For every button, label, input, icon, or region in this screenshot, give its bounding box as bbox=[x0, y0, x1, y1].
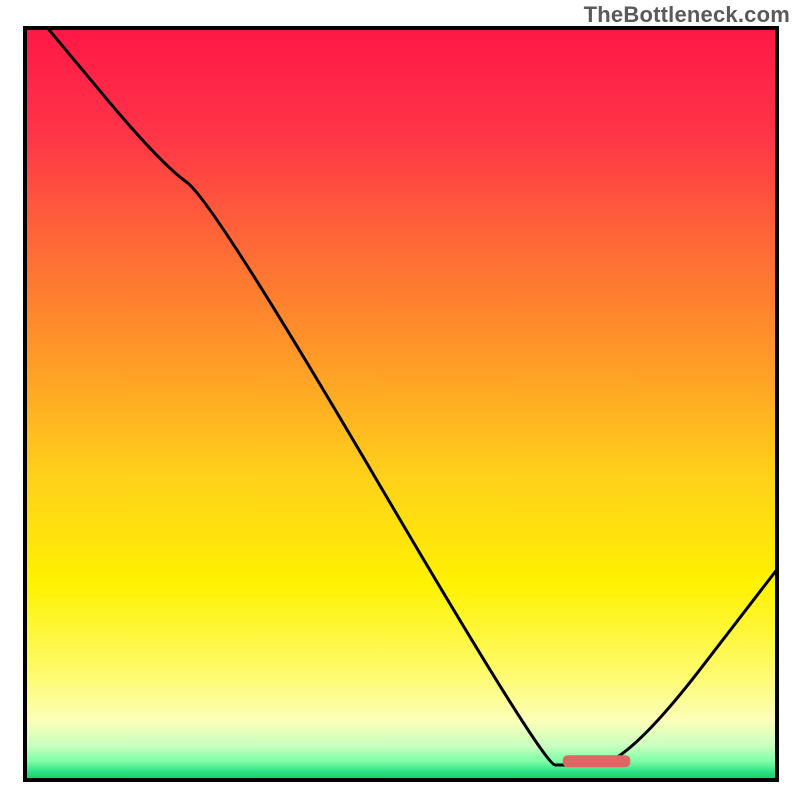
gradient-background bbox=[25, 28, 777, 780]
bottleneck-plot bbox=[0, 0, 800, 800]
chart-canvas: TheBottleneck.com bbox=[0, 0, 800, 800]
optimal-range-marker bbox=[563, 755, 631, 767]
